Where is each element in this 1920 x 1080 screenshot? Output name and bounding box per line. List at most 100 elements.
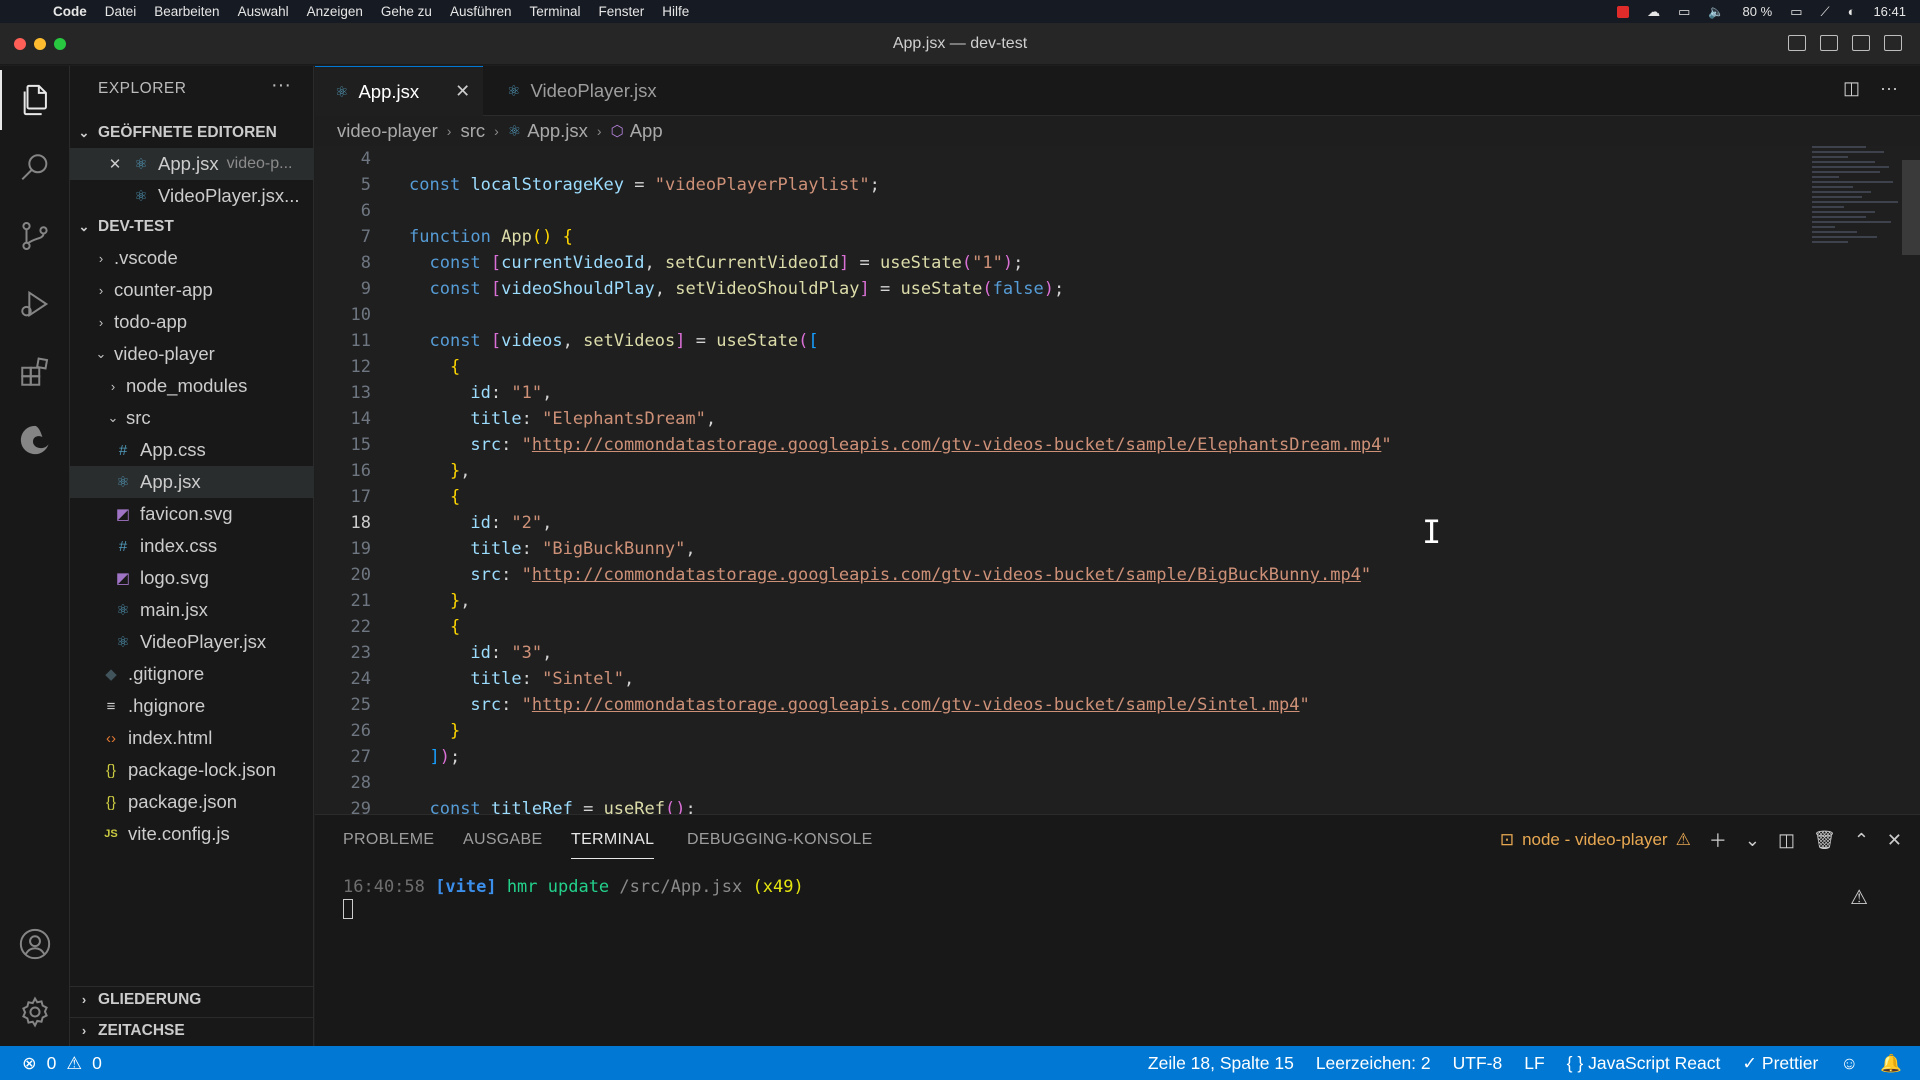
editor-scrollbar[interactable] bbox=[1902, 160, 1920, 255]
menu-ausfuehren[interactable]: Ausführen bbox=[441, 4, 521, 19]
menu-hilfe[interactable]: Hilfe bbox=[653, 4, 698, 19]
extensions-icon[interactable] bbox=[0, 342, 70, 402]
menu-app[interactable]: Code bbox=[44, 4, 96, 19]
code-line: 4 bbox=[315, 146, 371, 172]
menu-bearbeiten[interactable]: Bearbeiten bbox=[145, 4, 228, 19]
cloud-icon[interactable]: ☁ bbox=[1647, 4, 1660, 20]
search-icon[interactable] bbox=[0, 138, 70, 198]
tree-file-logo-svg[interactable]: ◩ logo.svg bbox=[70, 562, 314, 594]
tree-file-package-lock-json[interactable]: {} package-lock.json bbox=[70, 754, 314, 786]
tree-folder-vscode[interactable]: › .vscode bbox=[70, 242, 314, 274]
toggle-sidebar-icon[interactable] bbox=[1788, 35, 1806, 51]
cursor-position[interactable]: Zeile 18, Spalte 15 bbox=[1148, 1053, 1294, 1074]
menu-anzeigen[interactable]: Anzeigen bbox=[298, 4, 372, 19]
feedback-icon[interactable]: ☺ bbox=[1840, 1053, 1858, 1074]
split-terminal-icon[interactable]: ◫ bbox=[1778, 830, 1795, 851]
tab-ausgabe[interactable]: AUSGABE bbox=[463, 831, 542, 849]
more-actions-icon[interactable]: ··· bbox=[271, 74, 291, 97]
account-icon[interactable] bbox=[0, 914, 70, 974]
warning-icon: ⚠ bbox=[1675, 830, 1691, 849]
source-control-icon[interactable] bbox=[0, 206, 70, 266]
tree-file-videoplayer-jsx[interactable]: ⚛ VideoPlayer.jsx bbox=[70, 626, 314, 658]
tab-probleme[interactable]: PROBLEME bbox=[343, 831, 434, 849]
url-link[interactable]: http://commondatastorage.googleapis.com/… bbox=[532, 435, 1382, 455]
section-open-editors[interactable]: ⌄ GEÖFFNETE EDITOREN bbox=[70, 120, 314, 146]
tree-folder-src[interactable]: ⌄ src bbox=[70, 402, 314, 434]
tree-file-index-html[interactable]: ‹› index.html bbox=[70, 722, 314, 754]
tab-terminal[interactable]: TERMINAL bbox=[571, 831, 655, 859]
customize-layout-icon[interactable] bbox=[1884, 35, 1902, 51]
battery-icon[interactable]: ▭ bbox=[1790, 4, 1802, 20]
end-of-line[interactable]: LF bbox=[1524, 1053, 1544, 1074]
section-dev-test[interactable]: ⌄ DEV-TEST bbox=[70, 214, 314, 240]
react-file-icon: ⚛ bbox=[116, 474, 130, 491]
tree-file-index-css[interactable]: # index.css bbox=[70, 530, 314, 562]
tab-videoplayer-jsx[interactable]: ⚛ VideoPlayer.jsx bbox=[487, 66, 677, 116]
more-actions-icon[interactable]: ··· bbox=[1880, 78, 1898, 99]
menu-gehe-zu[interactable]: Gehe zu bbox=[372, 4, 441, 19]
section-outline[interactable]: › GLIEDERUNG bbox=[70, 986, 314, 1012]
breadcrumb-item[interactable]: src bbox=[460, 120, 485, 142]
close-icon[interactable]: ✕ bbox=[106, 155, 124, 173]
tree-file-app-jsx[interactable]: ⚛ App.jsx bbox=[70, 466, 314, 498]
menu-datei[interactable]: Datei bbox=[96, 4, 146, 19]
chevron-right-icon: › bbox=[81, 1023, 87, 1038]
notifications-bell-icon[interactable]: 🔔 bbox=[1880, 1053, 1902, 1074]
status-problems[interactable]: ⊗ 0 ⚠ 0 bbox=[22, 1053, 102, 1074]
edge-devtools-icon[interactable] bbox=[0, 410, 70, 470]
recording-icon[interactable] bbox=[1617, 5, 1630, 18]
add-terminal-icon[interactable]: ＋ bbox=[1709, 827, 1727, 853]
terminal-cursor[interactable] bbox=[343, 899, 353, 919]
control-center-icon[interactable]: ◐ bbox=[1848, 4, 1856, 19]
tree-folder-video-player[interactable]: ⌄ video-player bbox=[70, 338, 314, 370]
trash-icon[interactable]: 🗑 bbox=[1813, 830, 1836, 851]
code-line: 26 } bbox=[315, 718, 461, 744]
split-editor-icon[interactable]: ◫ bbox=[1843, 78, 1860, 99]
url-link[interactable]: http://commondatastorage.googleapis.com/… bbox=[532, 565, 1361, 585]
tree-folder-todo-app[interactable]: › todo-app bbox=[70, 306, 314, 338]
clock[interactable]: 16:41 bbox=[1873, 4, 1906, 19]
close-panel-icon[interactable]: ✕ bbox=[1887, 830, 1902, 851]
tree-file-favicon-svg[interactable]: ◩ favicon.svg bbox=[70, 498, 314, 530]
open-editor-app-jsx[interactable]: ✕ ⚛ App.jsx video-p... bbox=[70, 148, 314, 180]
terminal-selector[interactable]: ⊡ node - video-player ⚠ bbox=[1500, 830, 1691, 850]
prettier-status[interactable]: ✓ Prettier bbox=[1742, 1053, 1818, 1074]
language-mode[interactable]: { } JavaScript React bbox=[1567, 1053, 1721, 1074]
close-tab-icon[interactable]: ✕ bbox=[455, 81, 470, 102]
tree-file-app-css[interactable]: # App.css bbox=[70, 434, 314, 466]
menu-fenster[interactable]: Fenster bbox=[590, 4, 654, 19]
tree-file-vite-config-js[interactable]: JS vite.config.js bbox=[70, 818, 314, 850]
indentation[interactable]: Leerzeichen: 2 bbox=[1316, 1053, 1431, 1074]
tree-file-hgignore[interactable]: ≡ .hgignore bbox=[70, 690, 314, 722]
code-line: 8 const [currentVideoId, setCurrentVideo… bbox=[315, 250, 1024, 276]
open-editor-videoplayer-jsx[interactable]: ⚛ VideoPlayer.jsx... bbox=[70, 180, 314, 212]
tree-file-main-jsx[interactable]: ⚛ main.jsx bbox=[70, 594, 314, 626]
url-link[interactable]: http://commondatastorage.googleapis.com/… bbox=[532, 695, 1300, 715]
react-file-icon: ⚛ bbox=[116, 634, 130, 651]
maximize-panel-icon[interactable]: ⌃ bbox=[1854, 830, 1869, 851]
menu-terminal[interactable]: Terminal bbox=[521, 4, 590, 19]
explorer-icon[interactable] bbox=[0, 70, 70, 130]
run-debug-icon[interactable] bbox=[0, 274, 70, 334]
menu-auswahl[interactable]: Auswahl bbox=[229, 4, 298, 19]
section-timeline[interactable]: › ZEITACHSE bbox=[70, 1017, 314, 1043]
code-editor[interactable]: 4 5 const localStorageKey = "videoPlayerP… bbox=[315, 146, 1920, 814]
breadcrumb-item[interactable]: App.jsx bbox=[527, 120, 588, 142]
volume-icon[interactable]: 🔈 bbox=[1708, 4, 1724, 20]
chevron-down-icon[interactable]: ⌄ bbox=[1745, 830, 1760, 851]
tree-folder-counter-app[interactable]: › counter-app bbox=[70, 274, 314, 306]
breadcrumb-item[interactable]: App bbox=[630, 120, 663, 142]
tab-debugging-konsole[interactable]: DEBUGGING-KONSOLE bbox=[687, 831, 873, 849]
minimap[interactable] bbox=[1812, 146, 1902, 446]
display-icon[interactable]: ▭ bbox=[1678, 4, 1690, 20]
wifi-off-icon[interactable]: ⟋ bbox=[1820, 4, 1829, 20]
tree-file-gitignore[interactable]: ◆ .gitignore bbox=[70, 658, 314, 690]
settings-gear-icon[interactable] bbox=[0, 982, 70, 1042]
tab-app-jsx[interactable]: ⚛ App.jsx ✕ bbox=[315, 66, 483, 116]
tree-folder-node-modules[interactable]: › node_modules bbox=[70, 370, 314, 402]
tree-file-package-json[interactable]: {} package.json bbox=[70, 786, 314, 818]
encoding[interactable]: UTF-8 bbox=[1453, 1053, 1503, 1074]
toggle-secondary-sidebar-icon[interactable] bbox=[1852, 35, 1870, 51]
breadcrumb-item[interactable]: video-player bbox=[337, 120, 438, 142]
toggle-panel-icon[interactable] bbox=[1820, 35, 1838, 51]
